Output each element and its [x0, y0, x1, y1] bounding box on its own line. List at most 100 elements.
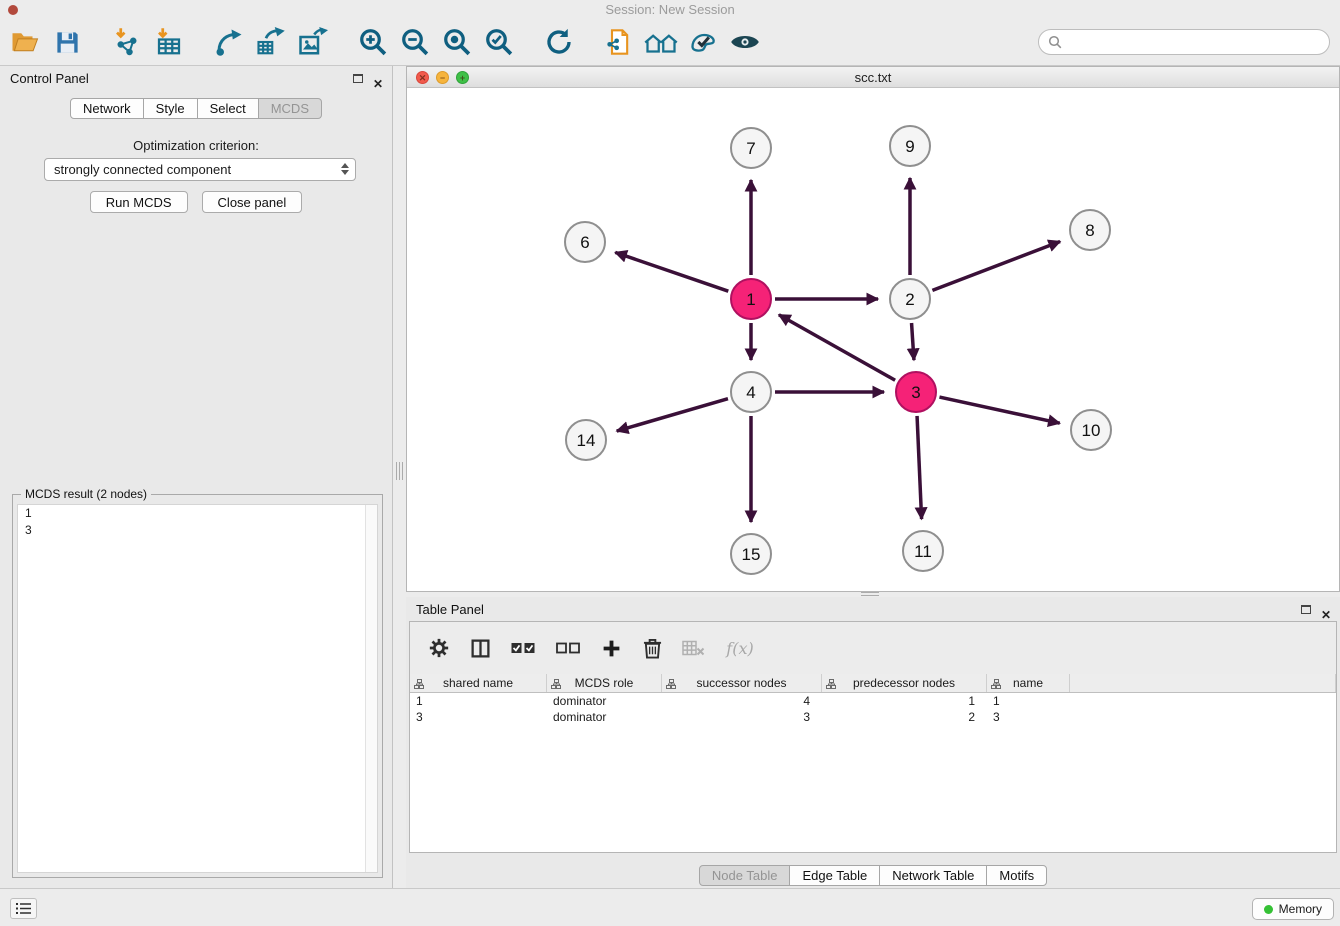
- mcds-result-item[interactable]: 3: [18, 522, 377, 539]
- tab-node-table[interactable]: Node Table: [699, 865, 791, 886]
- graph-node-6[interactable]: 6: [565, 222, 605, 262]
- zoom-in-button[interactable]: [352, 22, 394, 62]
- network-canvas[interactable]: 7 9 6 8 1 2 4 3 14 10 15 11: [407, 88, 1339, 591]
- window-close-icon[interactable]: [8, 5, 18, 15]
- apply-function-button[interactable]: f(x): [721, 635, 759, 661]
- node-table-body: 1dominator4113dominator323: [410, 693, 1336, 725]
- mcds-result-list[interactable]: 13: [17, 504, 378, 873]
- table-panel: Table Panel: [406, 597, 1340, 888]
- graph-node-1[interactable]: 1: [731, 279, 771, 319]
- minimize-network-icon[interactable]: [436, 71, 449, 84]
- graph-node-3[interactable]: 3: [896, 372, 936, 412]
- close-panel-button[interactable]: Close panel: [202, 191, 303, 213]
- column-header-MCDS-role[interactable]: MCDS role: [547, 674, 662, 692]
- mcds-result-item[interactable]: 1: [18, 505, 377, 522]
- column-header-successor-nodes[interactable]: successor nodes: [662, 674, 822, 692]
- deselect-all-button[interactable]: [553, 635, 583, 661]
- graph-node-2[interactable]: 2: [890, 279, 930, 319]
- apply-style-button[interactable]: [682, 22, 724, 62]
- table-settings-button[interactable]: [426, 635, 452, 661]
- tab-select[interactable]: Select: [197, 98, 259, 119]
- column-header-name[interactable]: name: [987, 674, 1070, 692]
- export-document-button[interactable]: [598, 22, 640, 62]
- graph-node-10[interactable]: 10: [1071, 410, 1111, 450]
- graph-edge-1-6[interactable]: [615, 252, 728, 291]
- zoom-selected-button[interactable]: [478, 22, 520, 62]
- graph-node-label: 8: [1085, 221, 1094, 240]
- memory-label: Memory: [1279, 902, 1322, 916]
- export-table-icon: [256, 27, 286, 57]
- control-panel-header: Control Panel: [0, 66, 392, 92]
- graph-node-14[interactable]: 14: [566, 420, 606, 460]
- graph-edge-3-10[interactable]: [939, 397, 1059, 423]
- graph-edge-4-14[interactable]: [617, 399, 728, 431]
- import-table-button[interactable]: [148, 22, 190, 62]
- export-image-button[interactable]: [292, 22, 334, 62]
- graph-node-label: 14: [577, 431, 596, 450]
- open-file-button[interactable]: [4, 22, 46, 62]
- close-network-icon[interactable]: [416, 71, 429, 84]
- search-box[interactable]: [1038, 29, 1330, 55]
- graph-edge-3-11[interactable]: [917, 416, 922, 519]
- float-table-panel-icon[interactable]: [1301, 605, 1311, 614]
- column-header-shared-name[interactable]: shared name: [410, 674, 547, 692]
- palette-check-icon: [689, 28, 717, 56]
- horizontal-splitter-handle[interactable]: [861, 592, 879, 596]
- attribute-type-icon: [991, 678, 1001, 692]
- network-window-titlebar: scc.txt: [407, 67, 1339, 88]
- export-network-button[interactable]: [208, 22, 250, 62]
- zoom-fit-button[interactable]: [436, 22, 478, 62]
- graph-node-8[interactable]: 8: [1070, 210, 1110, 250]
- tab-network-table[interactable]: Network Table: [879, 865, 987, 886]
- graph-node-11[interactable]: 11: [903, 531, 943, 571]
- graph-edge-2-8[interactable]: [932, 241, 1060, 290]
- graph-node-9[interactable]: 9: [890, 126, 930, 166]
- export-table-button[interactable]: [250, 22, 292, 62]
- graph-node-label: 1: [746, 290, 755, 309]
- show-columns-button[interactable]: [467, 635, 493, 661]
- save-session-button[interactable]: [46, 22, 88, 62]
- tab-style[interactable]: Style: [143, 98, 198, 119]
- close-panel-icon[interactable]: [373, 71, 383, 97]
- tab-network[interactable]: Network: [70, 98, 144, 119]
- graph-node-15[interactable]: 15: [731, 534, 771, 574]
- graph-node-label: 10: [1082, 421, 1101, 440]
- control-panel-tabs: Network Style Select MCDS: [0, 98, 392, 119]
- table-row[interactable]: 1dominator411: [410, 693, 1336, 709]
- select-all-button[interactable]: [508, 635, 538, 661]
- window-controls: [416, 71, 469, 84]
- column-header-filler: [1070, 674, 1336, 692]
- task-history-button[interactable]: [10, 898, 37, 919]
- graph-node-4[interactable]: 4: [731, 372, 771, 412]
- network-view-window: scc.txt 7 9 6 8 1 2 4 3 14 10 15 11: [406, 66, 1340, 592]
- show-graphics-details-button[interactable]: [724, 22, 766, 62]
- graph-edge-3-1[interactable]: [779, 315, 895, 381]
- graph-node-7[interactable]: 7: [731, 128, 771, 168]
- refresh-view-button[interactable]: [538, 22, 580, 62]
- tab-motifs[interactable]: Motifs: [986, 865, 1047, 886]
- criterion-dropdown[interactable]: strongly connected component: [44, 158, 356, 181]
- columns-icon: [470, 638, 491, 659]
- add-column-button[interactable]: [598, 635, 624, 661]
- maximize-network-icon[interactable]: [456, 71, 469, 84]
- graph-node-label: 7: [746, 139, 755, 158]
- zoom-out-icon: [400, 27, 430, 57]
- vertical-splitter-handle[interactable]: [396, 462, 404, 480]
- trash-icon: [643, 638, 662, 659]
- zoom-out-button[interactable]: [394, 22, 436, 62]
- float-panel-icon[interactable]: [353, 74, 363, 83]
- home-button[interactable]: [640, 22, 682, 62]
- search-input[interactable]: [1068, 35, 1320, 50]
- graph-edge-2-3[interactable]: [912, 323, 914, 360]
- column-header-predecessor-nodes[interactable]: predecessor nodes: [822, 674, 987, 692]
- run-mcds-button[interactable]: Run MCDS: [90, 191, 188, 213]
- memory-button[interactable]: Memory: [1252, 898, 1334, 920]
- criterion-selected-value: strongly connected component: [54, 162, 231, 177]
- delete-table-button[interactable]: [680, 635, 706, 661]
- import-network-button[interactable]: [106, 22, 148, 62]
- delete-column-button[interactable]: [639, 635, 665, 661]
- tab-mcds[interactable]: MCDS: [258, 98, 322, 119]
- table-row[interactable]: 3dominator323: [410, 709, 1336, 725]
- result-scrollbar[interactable]: [365, 505, 377, 872]
- tab-edge-table[interactable]: Edge Table: [789, 865, 880, 886]
